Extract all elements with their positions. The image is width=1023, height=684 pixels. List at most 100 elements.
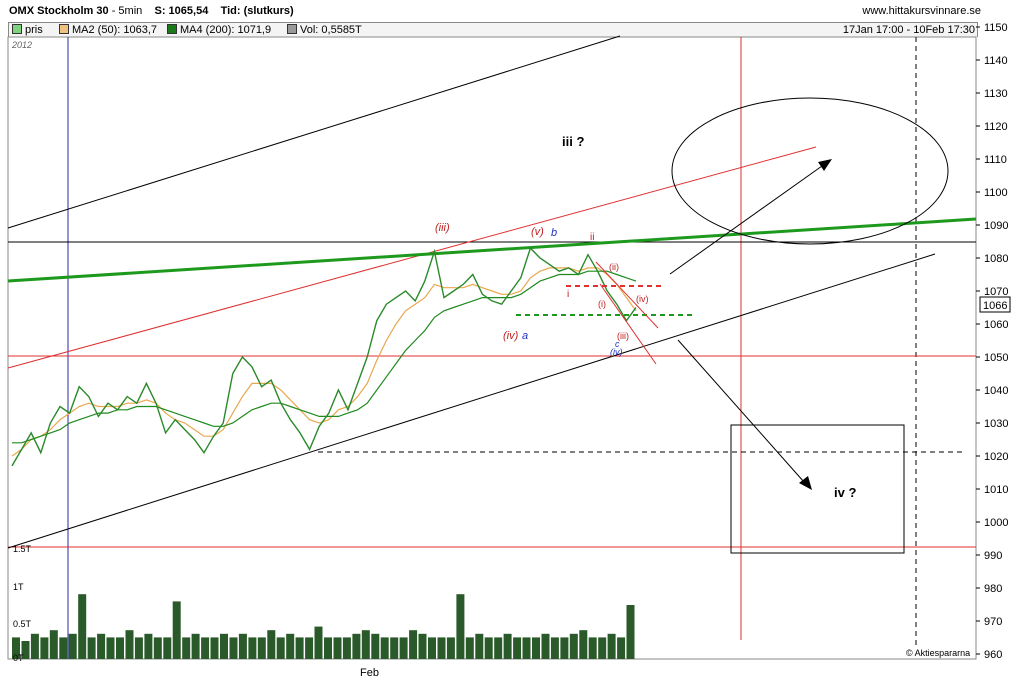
- volume-bars: [12, 594, 635, 659]
- volume-bar: [494, 637, 503, 659]
- label-wave-iv: (iv): [503, 330, 519, 342]
- volume-label-05t: 0.5T: [13, 619, 32, 629]
- current-price-value: 1066: [983, 300, 1007, 312]
- volume-label-1t: 1T: [13, 582, 24, 592]
- volume-bar: [87, 637, 96, 659]
- red-diagonal-line-upper: [595, 261, 659, 329]
- volume-bar: [191, 633, 200, 659]
- y-tick-label: 960: [984, 649, 1002, 661]
- volume-bar: [475, 633, 484, 659]
- y-tick-label: 1120: [984, 121, 1008, 133]
- y-tick-label: 1030: [984, 418, 1008, 430]
- target-box: [730, 424, 905, 554]
- volume-bar: [522, 637, 531, 659]
- y-axis: 960 970 980 990 1000 1010 1020 1030 1040 1050 1060…: [976, 22, 1008, 661]
- plot-frame: [7, 36, 977, 660]
- volume-bar: [399, 637, 408, 659]
- y-tick-label: 1010: [984, 484, 1008, 496]
- volume-bar: [238, 633, 247, 659]
- y-tick-label: 1070: [984, 286, 1008, 298]
- volume-label-15t: 1.5T: [13, 544, 32, 554]
- volume-bar: [352, 633, 361, 659]
- y-tick-label: 1090: [984, 220, 1008, 232]
- volume-bar: [267, 630, 276, 659]
- volume-bar: [314, 626, 323, 659]
- label-wave-v: (v): [531, 226, 544, 238]
- series-layer: [11, 246, 637, 467]
- volume-bar: [428, 637, 436, 659]
- y-tick-label: 1150: [984, 22, 1008, 34]
- y-tick-label: 1020: [984, 451, 1008, 463]
- volume-bar: [588, 637, 597, 659]
- volume-bar: [380, 637, 389, 659]
- volume-bar: [229, 637, 238, 659]
- volume-bar: [361, 630, 370, 659]
- volume-bar: [532, 637, 540, 659]
- volume-bar: [437, 637, 446, 659]
- red-channel-line: [7, 146, 817, 369]
- volume-bar: [40, 637, 49, 659]
- label-wave-i-small: i: [567, 289, 569, 300]
- label-wave-ii-paren: (ii): [609, 262, 619, 272]
- volume-bar: [418, 633, 427, 659]
- label-wave-ii-small: ii: [590, 232, 594, 243]
- volume-bar: [324, 637, 332, 659]
- volume-bar: [390, 637, 399, 659]
- price-chart: 960 970 980 990 1000 1010 1020 1030 1040 1050 1060…: [7, 22, 1011, 679]
- volume-bar: [371, 633, 380, 659]
- volume-bar: [116, 637, 124, 659]
- arrow-up-line: [669, 165, 823, 275]
- label-iv-question: iv ?: [834, 485, 856, 500]
- year-label: 2012: [11, 40, 32, 50]
- volume-bar: [78, 594, 87, 659]
- credit-label: © Aktiespararna: [906, 648, 970, 658]
- volume-bar: [550, 637, 559, 659]
- y-tick-label: 1130: [984, 88, 1008, 100]
- volume-bar: [286, 633, 295, 659]
- volume-bar: [49, 630, 58, 659]
- volume-bar: [598, 637, 607, 659]
- volume-bar: [257, 637, 266, 659]
- volume-bar: [106, 637, 115, 659]
- volume-bar: [333, 637, 342, 659]
- volume-label-0t: 0T: [13, 653, 24, 663]
- label-wave-iv-blue: (iv): [610, 347, 623, 357]
- y-tick-label: 1110: [984, 154, 1007, 166]
- volume-bar: [59, 637, 68, 659]
- volume-bar: [68, 633, 77, 659]
- y-tick-label: 1040: [984, 385, 1008, 397]
- volume-bar: [182, 637, 191, 659]
- volume-bar: [125, 630, 134, 659]
- volume-bar: [134, 637, 143, 659]
- volume-bar: [513, 637, 522, 659]
- label-wave-iv-paren: (iv): [636, 294, 649, 304]
- volume-bar: [617, 637, 626, 659]
- y-tick-label: 990: [984, 550, 1002, 562]
- y-tick-label: 1050: [984, 352, 1008, 364]
- volume-bar: [97, 633, 106, 659]
- volume-bar: [248, 637, 257, 659]
- volume-bar: [484, 637, 493, 659]
- volume-bar: [153, 637, 162, 659]
- volume-bar: [172, 601, 181, 659]
- volume-bar: [201, 637, 210, 659]
- y-tick-label: 1080: [984, 253, 1008, 265]
- volume-bar: [446, 637, 455, 659]
- label-iii-question: iii ?: [562, 134, 584, 149]
- volume-bar: [220, 633, 228, 659]
- upper-channel-line: [7, 35, 621, 229]
- y-tick-label: 970: [984, 616, 1002, 628]
- volume-bar: [144, 633, 153, 659]
- volume-bar: [560, 637, 569, 659]
- y-tick-label: 1100: [984, 187, 1008, 199]
- volume-bar: [295, 637, 304, 659]
- wave-labels: iii ? iv ? (iii) (v) b (iv) a ii i (ii) …: [435, 134, 856, 500]
- volume-bar: [607, 633, 616, 659]
- arrow-up-icon: [818, 159, 832, 171]
- series-line-ma2-50-: [11, 267, 637, 457]
- volume-bar: [210, 637, 219, 659]
- volume-bar: [305, 637, 314, 659]
- label-wave-iii: (iii): [435, 222, 450, 234]
- volume-bar: [569, 633, 578, 659]
- label-wave-a: a: [522, 330, 528, 342]
